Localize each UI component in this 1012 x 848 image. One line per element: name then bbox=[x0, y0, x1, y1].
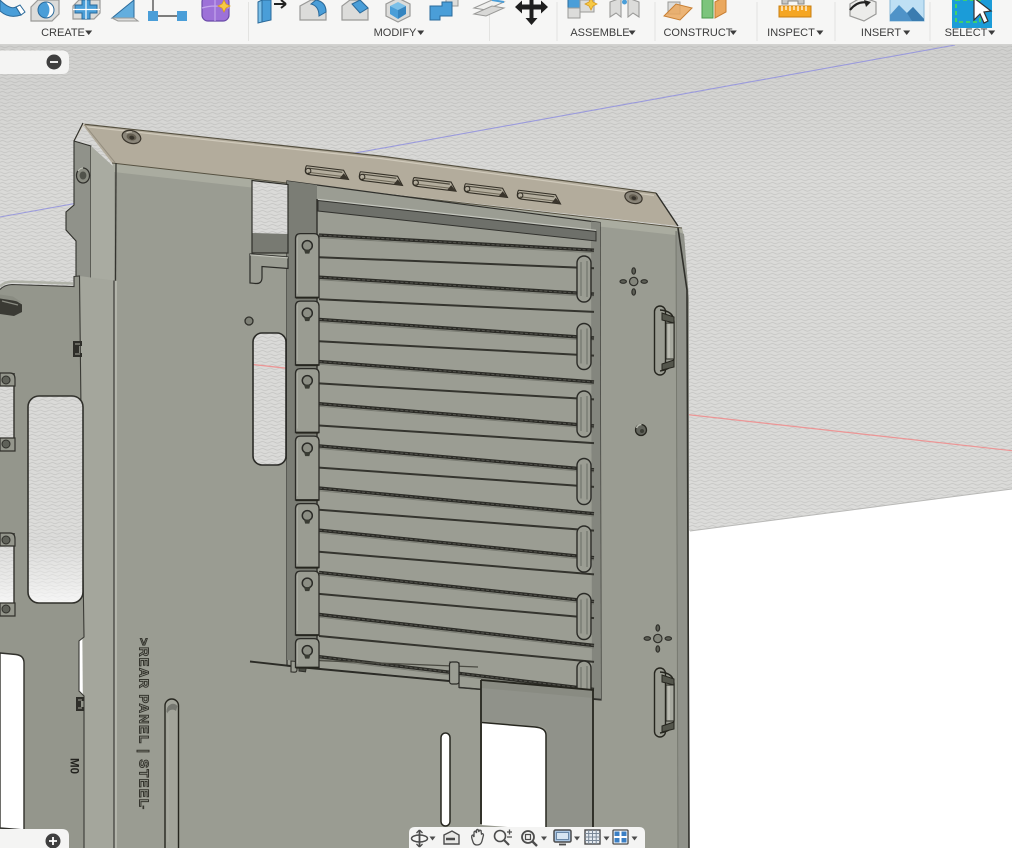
svg-text:ASSEMBLE: ASSEMBLE bbox=[570, 27, 629, 39]
svg-text:CREATE: CREATE bbox=[41, 27, 85, 39]
svg-text:-: - bbox=[137, 805, 153, 810]
svg-text:M0: M0 bbox=[68, 758, 80, 774]
svg-text:INSPECT: INSPECT bbox=[767, 27, 815, 39]
svg-text:>REAR PANEL | STEEL: >REAR PANEL | STEEL bbox=[137, 638, 152, 808]
svg-text:MODIFY: MODIFY bbox=[374, 27, 417, 39]
svg-text:INSERT: INSERT bbox=[861, 27, 901, 39]
svg-text:CONSTRUCT: CONSTRUCT bbox=[663, 27, 732, 39]
svg-text:SELECT: SELECT bbox=[945, 27, 988, 39]
